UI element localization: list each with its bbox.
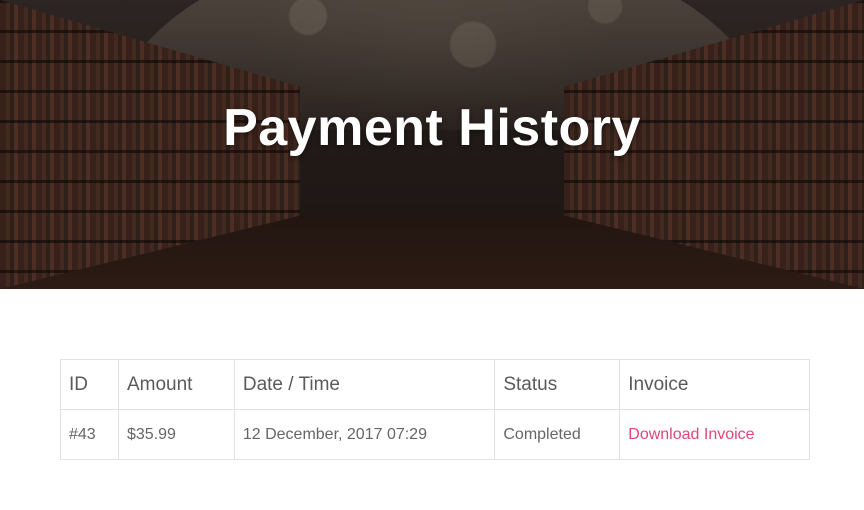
table-header: ID Amount Date / Time Status Invoice — [60, 359, 810, 410]
column-header-id: ID — [60, 359, 119, 410]
cell-id: #43 — [60, 409, 119, 460]
column-header-amount: Amount — [117, 359, 235, 410]
page-title: Payment History — [223, 99, 641, 157]
download-invoice-link[interactable]: Download Invoice — [628, 426, 754, 443]
cell-amount: $35.99 — [117, 409, 235, 460]
hero-banner: Payment History — [0, 0, 864, 289]
cell-status: Completed — [494, 409, 621, 460]
cell-invoice: Download Invoice — [619, 409, 810, 460]
table-body: #43 $35.99 12 December, 2017 07:29 Compl… — [60, 409, 810, 460]
column-header-invoice: Invoice — [619, 359, 810, 410]
payment-history-table: ID Amount Date / Time Status Invoice #43… — [60, 359, 810, 460]
column-header-status: Status — [494, 359, 621, 410]
table-row: #43 $35.99 12 December, 2017 07:29 Compl… — [60, 409, 810, 460]
cell-datetime: 12 December, 2017 07:29 — [233, 409, 496, 460]
table-header-row: ID Amount Date / Time Status Invoice — [60, 359, 810, 410]
column-header-datetime: Date / Time — [233, 359, 496, 410]
